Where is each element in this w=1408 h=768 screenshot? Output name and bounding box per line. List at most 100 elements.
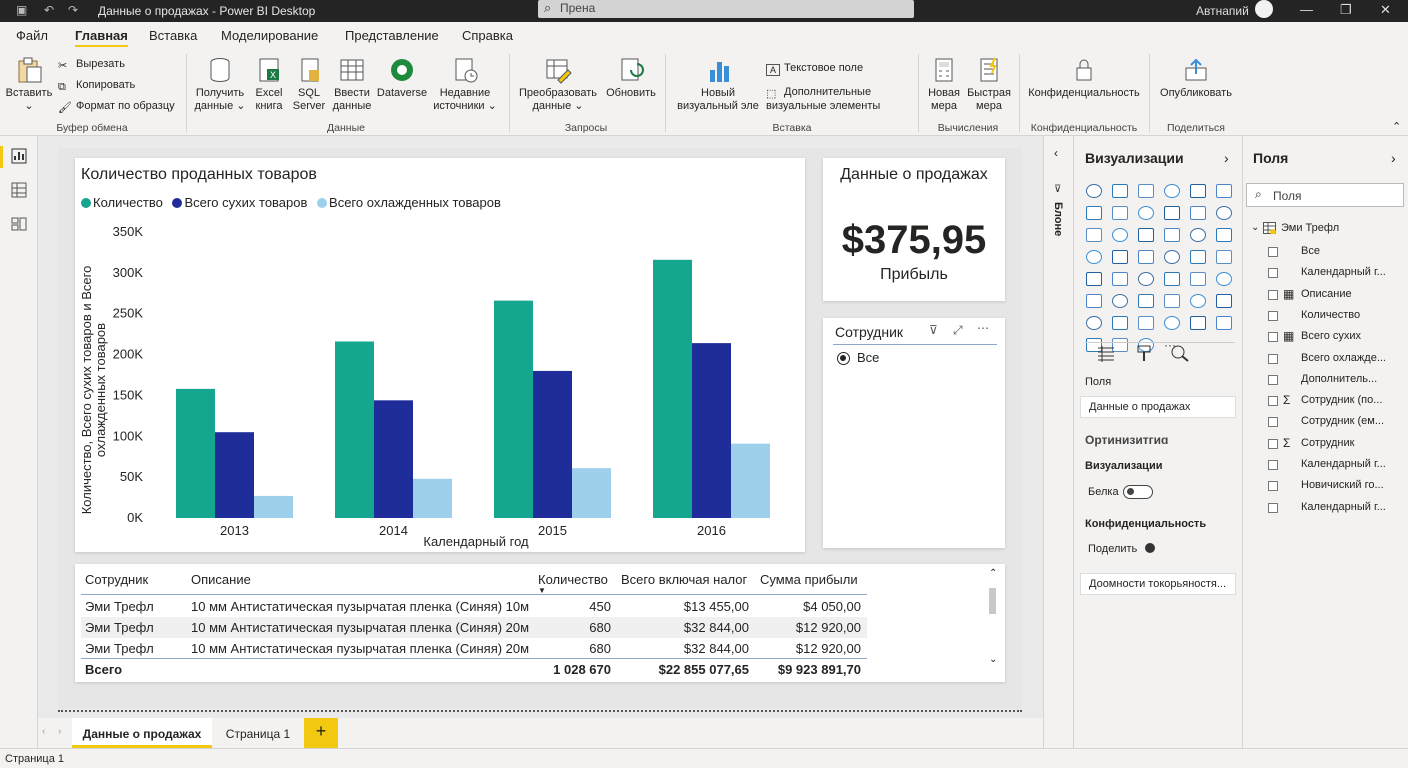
format-brush-icon[interactable] xyxy=(1134,344,1154,362)
text-box-button[interactable]: A Текстовое поле xyxy=(766,62,863,76)
focus-mode-icon[interactable]: ⤢ xyxy=(953,323,963,338)
visual-type-icon[interactable] xyxy=(1216,206,1232,220)
visual-type-icon[interactable] xyxy=(1112,272,1128,286)
search-box[interactable]: ⌕ Прена xyxy=(538,0,914,18)
visual-type-icon[interactable] xyxy=(1086,206,1102,220)
column-header[interactable]: Описание xyxy=(191,572,251,587)
menu-view[interactable]: Представление xyxy=(345,28,439,43)
sensitivity-button[interactable]: Конфиденциальность xyxy=(1024,56,1144,100)
visual-type-icon[interactable] xyxy=(1138,250,1154,264)
field-checkbox[interactable] xyxy=(1268,247,1278,257)
visual-type-icon[interactable] xyxy=(1086,228,1102,242)
user-name[interactable]: Автнапий xyxy=(1196,4,1249,18)
visual-type-icon[interactable] xyxy=(1112,250,1128,264)
cut-button[interactable]: ✂ Вырезать xyxy=(58,58,125,72)
data-view-icon[interactable] xyxy=(11,182,27,198)
more-visuals-button[interactable]: ⬚ Дополнительные визуальные элементы xyxy=(766,86,906,113)
expand-icon[interactable]: ‹ xyxy=(1054,146,1058,160)
field-checkbox[interactable] xyxy=(1268,438,1278,449)
visual-type-icon[interactable] xyxy=(1216,228,1232,242)
sql-button[interactable]: SQL Server xyxy=(290,56,328,113)
visual-type-icon[interactable] xyxy=(1112,228,1128,242)
excel-button[interactable]: X Excel книга xyxy=(252,56,286,113)
visual-type-icon[interactable] xyxy=(1190,228,1206,242)
transform-data-button[interactable]: Преобразовать данные ⌄ xyxy=(516,56,600,113)
collapse-ribbon-icon[interactable]: ⌃ xyxy=(1392,120,1401,133)
visual-type-icon[interactable] xyxy=(1112,206,1128,220)
redo-icon[interactable]: ↷ xyxy=(68,3,78,17)
bar[interactable] xyxy=(413,478,452,518)
visual-type-icon[interactable] xyxy=(1086,272,1102,286)
add-page-button[interactable]: + xyxy=(304,718,338,748)
data-table-visual[interactable]: Сотрудник Описание Количество ▼ Всего вк… xyxy=(75,564,1005,682)
column-header[interactable]: Всего включая налог xyxy=(621,572,747,587)
paste-button[interactable]: Вставить ⌄ xyxy=(4,56,54,113)
menu-insert[interactable]: Вставка xyxy=(149,28,197,43)
visual-type-icon[interactable] xyxy=(1112,184,1128,198)
bar[interactable] xyxy=(215,432,254,518)
visual-type-icon[interactable] xyxy=(1216,184,1232,198)
recent-sources-button[interactable]: Недавние источники ⌄ xyxy=(430,56,500,113)
filters-collapsed[interactable]: ‹ ⊽ Блоне xyxy=(1044,136,1074,748)
field-checkbox[interactable] xyxy=(1268,289,1278,300)
new-visual-button[interactable]: Новый визуальный эле xyxy=(670,56,766,113)
new-measure-button[interactable]: Новая мера xyxy=(924,56,964,113)
field-well[interactable]: Данные о продажах xyxy=(1080,396,1236,418)
visual-type-icon[interactable] xyxy=(1216,272,1232,286)
collapse-viz-icon[interactable]: › xyxy=(1224,150,1229,166)
visual-type-icon[interactable] xyxy=(1112,316,1128,330)
bar-chart-visual[interactable]: Количество проданных товаров Количество … xyxy=(75,158,805,552)
bar[interactable] xyxy=(572,468,611,518)
visual-type-icon[interactable] xyxy=(1138,316,1154,330)
scroll-down-icon[interactable]: ⌄ xyxy=(989,654,997,665)
visual-type-icon[interactable] xyxy=(1164,184,1180,198)
close-button[interactable]: ✕ xyxy=(1380,2,1391,18)
field-checkbox[interactable] xyxy=(1268,502,1278,513)
publish-button[interactable]: Опубликовать xyxy=(1154,56,1238,100)
visual-type-icon[interactable] xyxy=(1138,206,1154,220)
visual-type-icon[interactable] xyxy=(1112,294,1128,308)
analytics-icon[interactable] xyxy=(1170,344,1190,362)
get-data-button[interactable]: Получить данные ⌄ xyxy=(192,56,248,113)
field-checkbox[interactable] xyxy=(1268,396,1278,407)
next-page-icon[interactable]: › xyxy=(58,726,61,737)
field-checkbox[interactable] xyxy=(1268,417,1278,428)
visual-type-icon[interactable] xyxy=(1086,316,1102,330)
visual-type-icon[interactable] xyxy=(1190,250,1206,264)
filter-icon[interactable]: ⊽ xyxy=(929,323,938,337)
bar[interactable] xyxy=(731,443,770,518)
menu-home[interactable]: Главная xyxy=(75,28,128,47)
minimize-button[interactable]: — xyxy=(1300,2,1313,17)
visual-type-icon[interactable] xyxy=(1164,294,1180,308)
fields-tab-icon[interactable] xyxy=(1096,344,1116,362)
prev-page-icon[interactable]: ‹ xyxy=(42,726,45,737)
scroll-up-icon[interactable]: ⌃ xyxy=(989,568,997,579)
visual-type-icon[interactable] xyxy=(1138,184,1154,198)
visual-type-icon[interactable] xyxy=(1164,272,1180,286)
model-view-icon[interactable] xyxy=(11,216,27,232)
refresh-button[interactable]: Обновить xyxy=(602,56,660,100)
maximize-button[interactable]: ❐ xyxy=(1340,2,1352,18)
dataverse-button[interactable]: Dataverse xyxy=(376,56,428,100)
radio-all[interactable] xyxy=(837,352,850,365)
bar[interactable] xyxy=(692,343,731,518)
column-header[interactable]: Сумма прибыли xyxy=(760,572,858,587)
link-well[interactable]: Доомности токорьяностя... xyxy=(1080,573,1236,595)
save-icon[interactable]: ▣ xyxy=(16,3,27,17)
visual-type-icon[interactable] xyxy=(1086,294,1102,308)
field-checkbox[interactable] xyxy=(1268,353,1278,364)
toggle-switch[interactable] xyxy=(1123,485,1153,499)
visual-type-icon[interactable] xyxy=(1216,294,1232,308)
visual-type-icon[interactable] xyxy=(1138,294,1154,308)
collapse-fields-icon[interactable]: › xyxy=(1391,150,1396,166)
visual-type-icon[interactable] xyxy=(1190,272,1206,286)
column-header[interactable]: Количество xyxy=(538,572,608,587)
column-header[interactable]: Сотрудник xyxy=(85,572,148,587)
field-checkbox[interactable] xyxy=(1268,310,1278,321)
table-name[interactable]: Эми Трефл xyxy=(1281,222,1339,234)
bar[interactable] xyxy=(533,370,572,518)
table-row[interactable]: Эми Трефл 10 мм Антистатическая пузырчат… xyxy=(81,617,867,638)
menu-modeling[interactable]: Моделирование xyxy=(221,28,318,43)
tab-sales-data[interactable]: Данные о продажах xyxy=(72,718,212,748)
format-painter-button[interactable]: 🖌 Формат по образцу xyxy=(58,100,175,114)
